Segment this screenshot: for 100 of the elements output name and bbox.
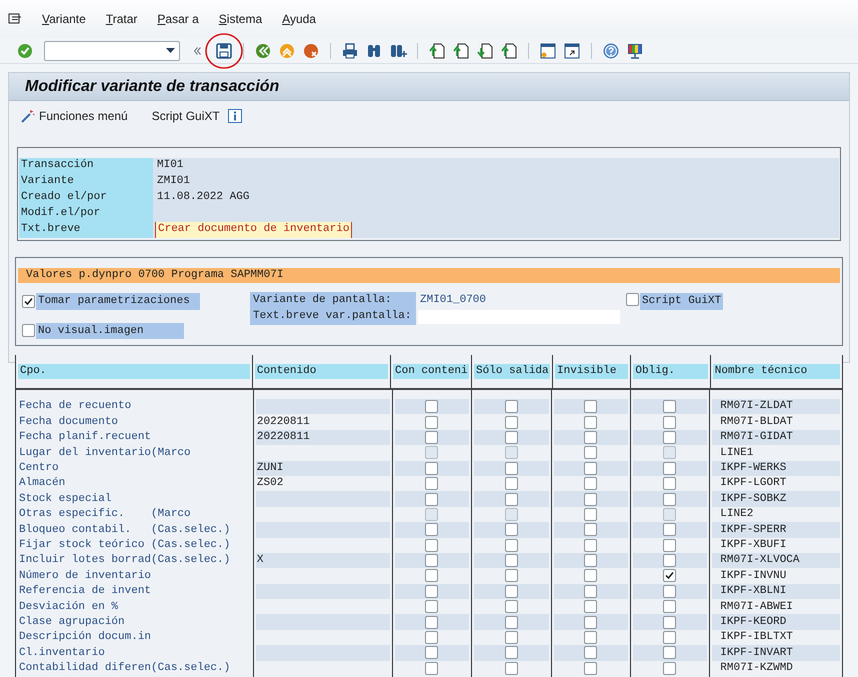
checkbox[interactable]: [584, 554, 598, 568]
checkbox[interactable]: [505, 584, 518, 598]
page-arrow-icon[interactable]: [476, 42, 494, 60]
printer-icon[interactable]: [341, 42, 359, 60]
checkbox[interactable]: [584, 662, 598, 675]
checkbox[interactable]: [584, 616, 598, 629]
checkbox[interactable]: [505, 492, 518, 506]
checkbox[interactable]: [425, 492, 438, 506]
technical-name: RM07I-BLDAT: [720, 414, 793, 430]
checkbox[interactable]: [584, 400, 598, 414]
cancel-icon[interactable]: [302, 42, 320, 60]
checkbox[interactable]: [663, 416, 676, 429]
checkbox[interactable]: [425, 569, 438, 582]
page-arrow-icon[interactable]: [452, 42, 470, 60]
checkbox[interactable]: [505, 646, 518, 660]
checkbox[interactable]: [663, 646, 676, 660]
checkbox[interactable]: [505, 477, 518, 490]
checkbox[interactable]: [663, 584, 676, 598]
checkbox[interactable]: [22, 324, 35, 338]
field-name: Clase agrupación: [18, 614, 125, 630]
checkbox[interactable]: [505, 538, 518, 552]
checkbox[interactable]: [425, 400, 438, 414]
info-icon[interactable]: [228, 109, 242, 123]
checkbox[interactable]: [663, 631, 676, 644]
checkbox[interactable]: [663, 492, 676, 506]
checkbox[interactable]: [425, 662, 438, 675]
command-field[interactable]: [44, 40, 180, 60]
checkbox[interactable]: [425, 554, 438, 568]
checkbox[interactable]: [584, 492, 598, 506]
new-window-icon[interactable]: [539, 42, 557, 60]
checkbox[interactable]: [584, 631, 598, 644]
checkbox[interactable]: [505, 569, 518, 582]
checkbox[interactable]: [584, 600, 598, 614]
checkbox[interactable]: [505, 416, 518, 429]
save-icon[interactable]: [215, 42, 233, 60]
menu-item[interactable]: Sistema: [218, 10, 262, 28]
menu-item[interactable]: Ayuda: [282, 10, 316, 28]
toolbar-button[interactable]: Funciones menú: [21, 107, 128, 125]
checkbox[interactable]: [425, 616, 438, 629]
toolbar-button[interactable]: Script GuiXT: [152, 107, 220, 125]
shortcut-window-icon[interactable]: [563, 42, 581, 60]
checkbox[interactable]: [663, 569, 676, 582]
checkbox[interactable]: [505, 662, 518, 675]
checkbox[interactable]: [584, 430, 598, 444]
checkbox[interactable]: [425, 646, 438, 660]
checkbox[interactable]: [505, 631, 518, 644]
checkbox[interactable]: [663, 662, 676, 675]
checkbox[interactable]: [425, 477, 438, 490]
menu-icon[interactable]: [8, 13, 22, 25]
field-name: Centro: [18, 461, 59, 476]
checkbox[interactable]: [505, 523, 518, 536]
checkbox[interactable]: [505, 616, 518, 629]
checkbox[interactable]: [505, 600, 518, 614]
menu-item[interactable]: Pasar a: [157, 10, 199, 28]
checkbox[interactable]: [663, 430, 676, 444]
checkbox[interactable]: [663, 538, 676, 552]
checkbox[interactable]: [505, 430, 518, 444]
checkbox[interactable]: [584, 462, 598, 475]
page-arrow-icon[interactable]: [500, 42, 518, 60]
help-icon[interactable]: [602, 42, 620, 60]
checkbox[interactable]: [663, 400, 676, 414]
page-arrow-icon[interactable]: [428, 42, 446, 60]
dropdown-icon[interactable]: [166, 48, 175, 54]
monitor-icon[interactable]: [626, 42, 644, 60]
exit-icon[interactable]: [278, 42, 296, 60]
checkbox[interactable]: [584, 538, 598, 552]
checkbox[interactable]: [663, 477, 676, 490]
checkbox[interactable]: [584, 508, 598, 521]
checkbox[interactable]: [425, 631, 438, 644]
checkbox[interactable]: [663, 462, 676, 475]
checkbox[interactable]: [663, 600, 676, 614]
checkbox[interactable]: [425, 430, 438, 444]
checkbox[interactable]: [505, 462, 518, 475]
checkbox[interactable]: [505, 554, 518, 568]
checkbox[interactable]: [425, 584, 438, 598]
menu-item[interactable]: Tratar: [106, 10, 138, 28]
checkbox[interactable]: [22, 294, 35, 308]
enter-icon[interactable]: [16, 42, 34, 60]
checkbox[interactable]: [584, 446, 598, 460]
checkbox[interactable]: [584, 584, 598, 598]
checkbox[interactable]: [425, 600, 438, 614]
technical-name: RM07I-ABWEI: [720, 600, 793, 615]
checkbox[interactable]: [584, 569, 598, 582]
short-text-input[interactable]: Crear documento de inventario: [155, 222, 352, 238]
menu-item[interactable]: Variante: [42, 10, 86, 28]
checkbox[interactable]: [584, 646, 598, 660]
checkbox[interactable]: [425, 462, 438, 475]
checkbox[interactable]: [663, 616, 676, 629]
checkbox[interactable]: [425, 416, 438, 429]
checkbox[interactable]: [626, 293, 639, 306]
checkbox[interactable]: [584, 416, 598, 429]
checkbox[interactable]: [425, 523, 438, 536]
checkbox[interactable]: [663, 523, 676, 536]
checkbox[interactable]: [584, 523, 598, 536]
checkbox[interactable]: [505, 400, 518, 414]
back-icon[interactable]: [254, 42, 272, 60]
checkbox[interactable]: [584, 477, 598, 490]
collapse-icon[interactable]: [194, 46, 201, 54]
checkbox[interactable]: [425, 538, 438, 552]
checkbox[interactable]: [663, 554, 676, 568]
